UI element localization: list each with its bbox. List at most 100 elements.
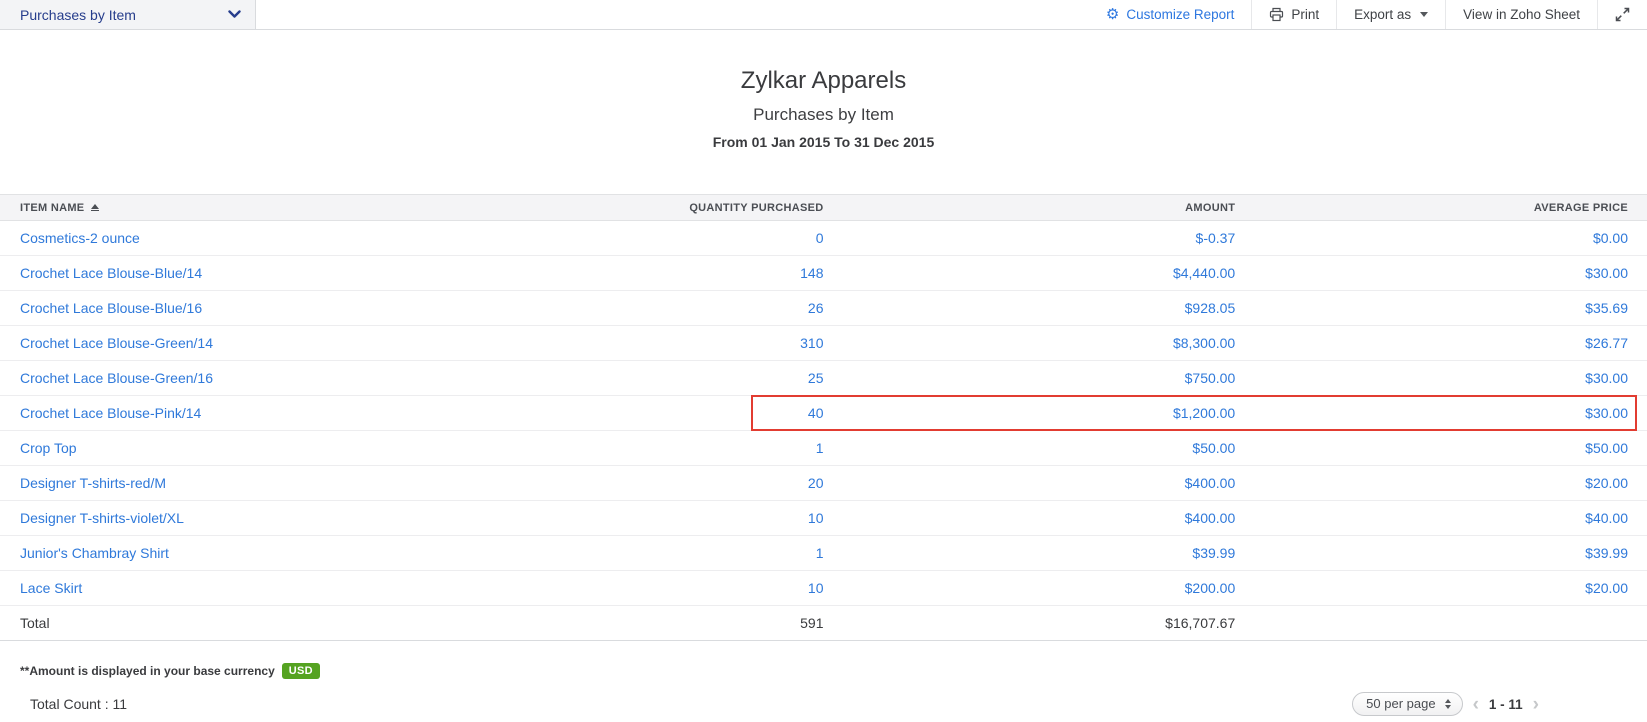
amount-cell[interactable]: $1,200.00 <box>823 405 1235 421</box>
total-amount-cell: $16,707.67 <box>823 615 1235 631</box>
average-price-cell[interactable]: $50.00 <box>1235 440 1647 456</box>
item-name-cell[interactable]: Crop Top <box>0 440 511 456</box>
average-price-cell[interactable]: $40.00 <box>1235 510 1647 526</box>
quantity-cell[interactable]: 1 <box>511 545 824 561</box>
total-count-label: Total Count : 11 <box>0 696 127 712</box>
quantity-cell[interactable]: 40 <box>511 405 824 421</box>
item-name-cell[interactable]: Crochet Lace Blouse-Green/16 <box>0 370 511 386</box>
average-price-cell[interactable]: $20.00 <box>1235 580 1647 596</box>
purchases-by-item-report-page: Purchases by Item ⚙ Customize Report Pri… <box>0 0 1647 722</box>
expand-icon <box>1615 7 1630 22</box>
table-row: Crochet Lace Blouse-Blue/16 26 $928.05 $… <box>0 291 1647 326</box>
select-stepper-icon <box>1445 699 1451 709</box>
table-row: Crop Top 1 $50.00 $50.00 <box>0 431 1647 466</box>
export-as-label: Export as <box>1354 7 1411 22</box>
view-in-zoho-sheet-button[interactable]: View in Zoho Sheet <box>1445 0 1597 29</box>
table-row: Cosmetics-2 ounce 0 $-0.37 $0.00 <box>0 221 1647 256</box>
per-page-select[interactable]: 50 per page <box>1352 692 1462 716</box>
average-price-cell[interactable]: $30.00 <box>1235 370 1647 386</box>
average-price-cell[interactable]: $39.99 <box>1235 545 1647 561</box>
amount-cell[interactable]: $50.00 <box>823 440 1235 456</box>
table-row: Crochet Lace Blouse-Green/16 25 $750.00 … <box>0 361 1647 396</box>
average-price-cell[interactable]: $26.77 <box>1235 335 1647 351</box>
amount-cell[interactable]: $-0.37 <box>823 230 1235 246</box>
column-header-amount[interactable]: AMOUNT <box>823 202 1235 214</box>
print-label: Print <box>1291 7 1319 22</box>
quantity-cell[interactable]: 310 <box>511 335 824 351</box>
quantity-cell[interactable]: 1 <box>511 440 824 456</box>
purchases-table: ITEM NAME QUANTITY PURCHASED AMOUNT AVER… <box>0 194 1647 641</box>
item-name-cell[interactable]: Crochet Lace Blouse-Blue/16 <box>0 300 511 316</box>
report-header: Zylkar Apparels Purchases by Item From 0… <box>0 30 1647 151</box>
amount-cell[interactable]: $750.00 <box>823 370 1235 386</box>
table-row: Designer T-shirts-red/M 20 $400.00 $20.0… <box>0 466 1647 501</box>
average-price-cell[interactable]: $0.00 <box>1235 230 1647 246</box>
quantity-cell[interactable]: 20 <box>511 475 824 491</box>
next-page-button[interactable]: › <box>1533 695 1539 714</box>
export-as-button[interactable]: Export as <box>1336 0 1445 29</box>
item-name-cell[interactable]: Lace Skirt <box>0 580 511 596</box>
pagination: 50 per page ‹ 1 - 11 › <box>1352 692 1647 716</box>
quantity-cell[interactable]: 148 <box>511 265 824 281</box>
amount-cell[interactable]: $400.00 <box>823 510 1235 526</box>
item-name-cell[interactable]: Crochet Lace Blouse-Blue/14 <box>0 265 511 281</box>
amount-cell[interactable]: $8,300.00 <box>823 335 1235 351</box>
report-title: Purchases by Item <box>0 105 1647 125</box>
average-price-cell[interactable]: $30.00 <box>1235 265 1647 281</box>
amount-cell[interactable]: $400.00 <box>823 475 1235 491</box>
item-name-header-label: ITEM NAME <box>20 202 84 214</box>
previous-page-button[interactable]: ‹ <box>1473 695 1479 714</box>
bottom-bar: Total Count : 11 50 per page ‹ 1 - 11 › <box>0 692 1647 716</box>
per-page-value: 50 per page <box>1366 696 1435 711</box>
quantity-cell[interactable]: 0 <box>511 230 824 246</box>
currency-note-text: **Amount is displayed in your base curre… <box>20 664 275 678</box>
item-name-cell[interactable]: Crochet Lace Blouse-Green/14 <box>0 335 511 351</box>
chevron-down-icon <box>228 10 241 19</box>
report-date-range: From 01 Jan 2015 To 31 Dec 2015 <box>0 133 1647 151</box>
average-price-cell[interactable]: $20.00 <box>1235 475 1647 491</box>
total-quantity-cell: 591 <box>511 615 824 631</box>
item-name-cell[interactable]: Cosmetics-2 ounce <box>0 230 511 246</box>
quantity-cell[interactable]: 10 <box>511 580 824 596</box>
table-row: Junior's Chambray Shirt 1 $39.99 $39.99 <box>0 536 1647 571</box>
table-row: Crochet Lace Blouse-Blue/14 148 $4,440.0… <box>0 256 1647 291</box>
table-body: Cosmetics-2 ounce 0 $-0.37 $0.00 Crochet… <box>0 221 1647 606</box>
toolbar-actions: ⚙ Customize Report Print Export as Vie <box>1089 0 1647 29</box>
average-price-cell[interactable]: $30.00 <box>1235 405 1647 421</box>
item-name-cell[interactable]: Junior's Chambray Shirt <box>0 545 511 561</box>
table-row: Lace Skirt 10 $200.00 $20.00 <box>0 571 1647 606</box>
company-name: Zylkar Apparels <box>0 67 1647 95</box>
column-header-quantity[interactable]: QUANTITY PURCHASED <box>511 202 824 214</box>
caret-down-icon <box>1420 12 1428 17</box>
column-header-average-price[interactable]: AVERAGE PRICE <box>1235 202 1647 214</box>
quantity-cell[interactable]: 10 <box>511 510 824 526</box>
amount-cell[interactable]: $928.05 <box>823 300 1235 316</box>
toolbar: Purchases by Item ⚙ Customize Report Pri… <box>0 0 1647 30</box>
item-name-cell[interactable]: Crochet Lace Blouse-Pink/14 <box>0 405 511 421</box>
table-row: Designer T-shirts-violet/XL 10 $400.00 $… <box>0 501 1647 536</box>
average-price-cell[interactable]: $35.69 <box>1235 300 1647 316</box>
currency-footnote: **Amount is displayed in your base curre… <box>0 663 1647 679</box>
amount-cell[interactable]: $200.00 <box>823 580 1235 596</box>
report-selector-dropdown[interactable]: Purchases by Item <box>0 0 256 29</box>
amount-cell[interactable]: $4,440.00 <box>823 265 1235 281</box>
table-row: Crochet Lace Blouse-Pink/14 40 $1,200.00… <box>0 396 1647 431</box>
quantity-cell[interactable]: 26 <box>511 300 824 316</box>
printer-icon <box>1269 7 1284 22</box>
quantity-cell[interactable]: 25 <box>511 370 824 386</box>
table-total-row: Total 591 $16,707.67 <box>0 606 1647 641</box>
expand-fullscreen-button[interactable] <box>1597 0 1647 29</box>
total-label-cell: Total <box>0 615 511 631</box>
page-range-label: 1 - 11 <box>1489 697 1523 712</box>
view-in-zoho-sheet-label: View in Zoho Sheet <box>1463 7 1580 22</box>
customize-report-label: Customize Report <box>1126 7 1234 22</box>
customize-report-button[interactable]: ⚙ Customize Report <box>1089 0 1252 29</box>
amount-cell[interactable]: $39.99 <box>823 545 1235 561</box>
item-name-cell[interactable]: Designer T-shirts-violet/XL <box>0 510 511 526</box>
sort-ascending-icon <box>91 204 99 211</box>
item-name-cell[interactable]: Designer T-shirts-red/M <box>0 475 511 491</box>
table-header-row: ITEM NAME QUANTITY PURCHASED AMOUNT AVER… <box>0 194 1647 221</box>
table-row: Crochet Lace Blouse-Green/14 310 $8,300.… <box>0 326 1647 361</box>
column-header-item-name[interactable]: ITEM NAME <box>0 202 511 214</box>
print-button[interactable]: Print <box>1251 0 1336 29</box>
